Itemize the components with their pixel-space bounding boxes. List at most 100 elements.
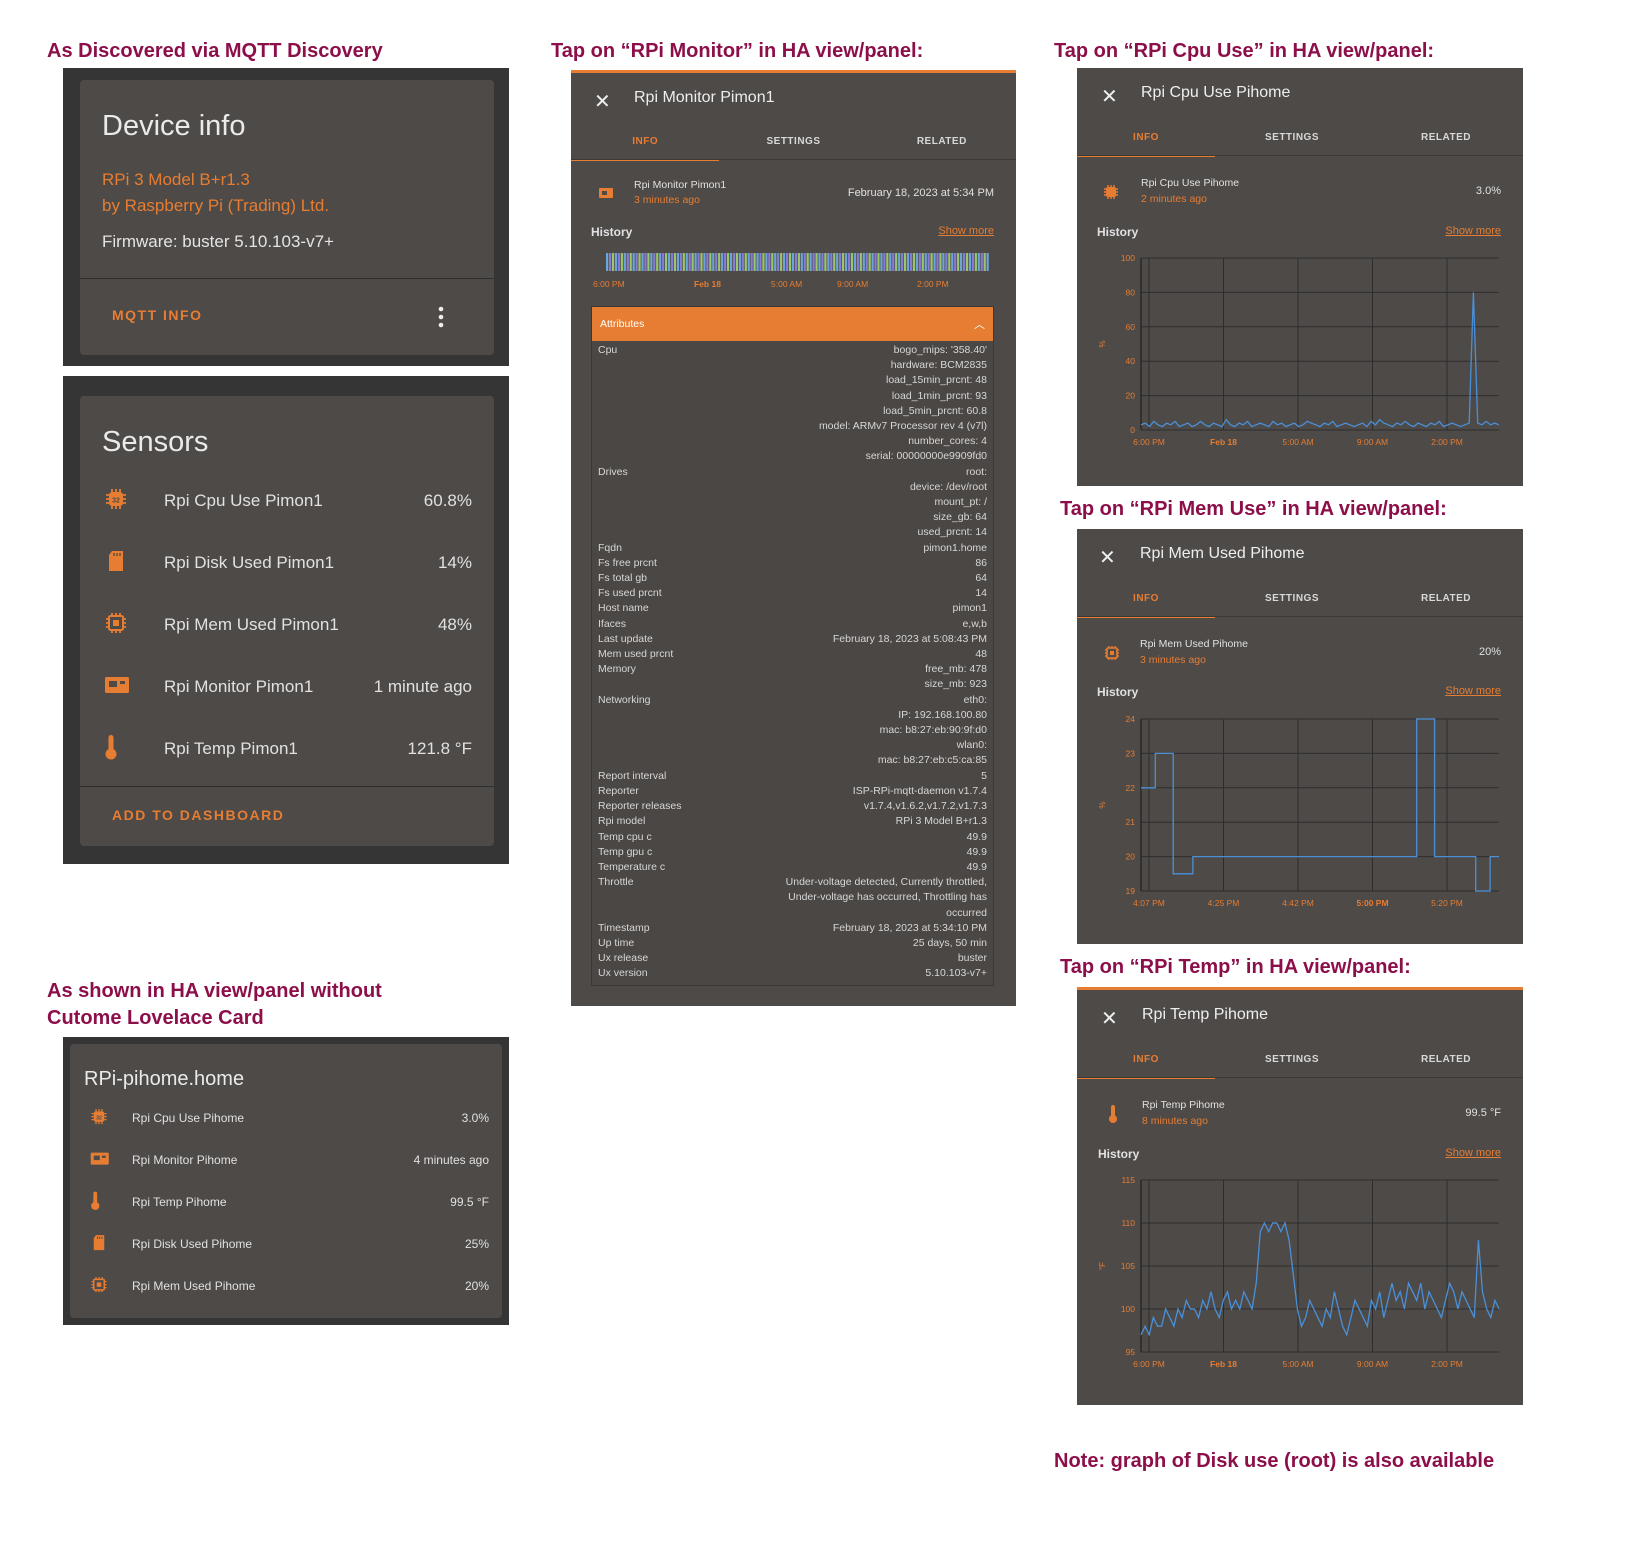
attribute-key: Ifaces xyxy=(598,617,627,630)
attribute-row: Temperature c 49.9 xyxy=(592,860,993,875)
pihome-entity-row[interactable]: Rpi Mem Used Pihome 20% xyxy=(90,1274,489,1298)
timeline-segment xyxy=(824,253,827,271)
monitor-last-changed: 3 minutes ago xyxy=(634,194,700,206)
timeline-segment xyxy=(818,253,821,271)
chevron-up-icon[interactable]: ︿ xyxy=(974,316,985,332)
mqtt-info-button[interactable]: MQTT INFO xyxy=(112,307,203,323)
attribute-row: Temp gpu c 49.9 xyxy=(592,845,993,860)
timeline-segment xyxy=(718,253,721,271)
mem-state: 20% xyxy=(1478,646,1501,658)
attribute-key: Throttle xyxy=(598,876,634,889)
timeline-segment xyxy=(886,253,889,271)
attribute-row: Up time 25 days, 50 min xyxy=(592,936,993,951)
temp-show-more-link[interactable]: Show more xyxy=(1445,1147,1501,1159)
pihome-entity-row[interactable]: Rpi Monitor Pihome 4 minutes ago xyxy=(90,1148,489,1172)
attribute-value: serial: 00000000e9909fd0 xyxy=(865,450,987,463)
attribute-row: Fs free prcnt 86 xyxy=(592,556,993,571)
timeline-segment xyxy=(667,253,671,271)
pihome-entity-row[interactable]: Rpi Temp Pihome 99.5 °F xyxy=(90,1190,489,1214)
sd-card-icon xyxy=(90,1233,107,1255)
timeline-segment xyxy=(800,253,803,271)
attribute-value: 64 xyxy=(975,572,987,585)
tab-settings[interactable]: SETTINGS xyxy=(1215,132,1369,157)
temp-last-changed: 8 minutes ago xyxy=(1142,1115,1208,1127)
attributes-label: Attributes xyxy=(600,318,645,330)
timeline-segment xyxy=(986,253,989,271)
tab-related[interactable]: RELATED xyxy=(1369,1054,1523,1079)
attribute-key: Fs used prcnt xyxy=(598,587,662,600)
pihome-entity-row[interactable]: 32 Rpi Cpu Use Pihome 3.0% xyxy=(90,1106,489,1130)
timeline-segment xyxy=(614,253,618,271)
timeline-segment xyxy=(659,253,662,271)
timeline-segment xyxy=(750,253,753,271)
attribute-value: hardware: BCM2835 xyxy=(890,359,987,372)
tab-info[interactable]: INFO xyxy=(571,136,720,161)
attribute-row: Ux version 5.10.103-v7+ xyxy=(592,966,993,981)
timeline-tick-label: 5:00 AM xyxy=(771,279,803,289)
pihome-panel: RPi-pihome.home 32 Rpi Cpu Use Pihome 3.… xyxy=(63,1037,509,1325)
sensor-name: Rpi Cpu Use Pimon1 xyxy=(164,491,323,510)
tab-info[interactable]: INFO xyxy=(1077,1054,1215,1079)
attributes-panel: Attributes ︿ Cpu bogo_mips: '358.40' hardw… xyxy=(591,306,994,986)
sensor-row[interactable]: 32 Rpi Cpu Use Pimon1 60.8% xyxy=(104,486,472,516)
caption-temp: Tap on “RPi Temp” in HA view/panel: xyxy=(1060,956,1411,978)
y-tick-label: 23 xyxy=(1126,748,1136,758)
timeline-segment xyxy=(676,253,679,271)
y-tick-label: 80 xyxy=(1126,287,1136,297)
x-tick-label: 4:42 PM xyxy=(1282,898,1314,908)
sensor-row[interactable]: Rpi Monitor Pimon1 1 minute ago xyxy=(104,672,472,702)
timeline-segment xyxy=(626,253,629,271)
device-info-title: Device info xyxy=(102,110,246,142)
attribute-key: Memory xyxy=(598,663,636,676)
tab-related[interactable]: RELATED xyxy=(1369,132,1523,157)
tab-info[interactable]: INFO xyxy=(1077,132,1215,157)
timeline-segment xyxy=(774,253,777,271)
monitor-show-more-link[interactable]: Show more xyxy=(938,225,994,237)
thermometer-icon xyxy=(90,1190,107,1213)
attribute-row: Reporter ISP-RPi-mqtt-daemon v1.7.4 xyxy=(592,784,993,799)
close-icon[interactable]: ✕ xyxy=(1101,1006,1118,1031)
monitor-entity-name: Rpi Monitor Pimon1 xyxy=(634,179,727,191)
attribute-value: mac: b8:27:eb:c5:ca:85 xyxy=(877,754,987,767)
timeline-segment xyxy=(859,253,862,271)
timeline-segment xyxy=(821,253,824,271)
close-icon[interactable]: ✕ xyxy=(1099,545,1116,570)
sensor-row[interactable]: Rpi Mem Used Pimon1 48% xyxy=(104,610,472,640)
sensor-row[interactable]: Rpi Temp Pimon1 121.8 °F xyxy=(104,734,472,764)
add-to-dashboard-button[interactable]: ADD TO DASHBOARD xyxy=(112,807,284,823)
svg-text:32: 32 xyxy=(112,497,120,504)
attribute-key: Last update xyxy=(598,632,653,645)
close-icon[interactable]: ✕ xyxy=(1101,84,1118,109)
tab-related[interactable]: RELATED xyxy=(868,136,1016,161)
more-vert-icon[interactable] xyxy=(437,306,445,328)
y-axis-label: % xyxy=(1098,801,1107,808)
y-tick-label: 95 xyxy=(1126,1347,1136,1357)
tab-settings[interactable]: SETTINGS xyxy=(1215,1054,1369,1079)
mem-tabs: INFO SETTINGS RELATED xyxy=(1077,593,1523,618)
close-icon[interactable]: ✕ xyxy=(594,89,611,114)
temp-dialog-title: Rpi Temp Pihome xyxy=(1142,1006,1268,1023)
sensor-row[interactable]: Rpi Disk Used Pimon1 14% xyxy=(104,548,472,578)
cpu-show-more-link[interactable]: Show more xyxy=(1445,225,1501,237)
tab-settings[interactable]: SETTINGS xyxy=(719,136,867,161)
timeline-segment xyxy=(815,253,818,271)
timeline-segment xyxy=(641,253,644,271)
attribute-value: pimon1.home xyxy=(923,541,987,554)
timeline-segment xyxy=(662,253,665,271)
timeline-segment xyxy=(697,253,700,271)
mem-show-more-link[interactable]: Show more xyxy=(1445,685,1501,697)
attribute-key: Temp gpu c xyxy=(598,845,653,858)
cpu-icon: 32 xyxy=(104,487,144,516)
timeline-segment xyxy=(909,253,913,271)
tab-related[interactable]: RELATED xyxy=(1369,593,1523,618)
mem-last-changed: 3 minutes ago xyxy=(1140,654,1206,666)
tab-info[interactable]: INFO xyxy=(1077,593,1215,618)
cpu-icon: 32 xyxy=(90,1107,107,1129)
attribute-key: Timestamp xyxy=(598,921,650,934)
timeline-segment xyxy=(877,253,880,271)
mem-entity-name: Rpi Mem Used Pihome xyxy=(1140,638,1248,650)
attribute-row: Host name pimon1 xyxy=(592,601,993,616)
tab-settings[interactable]: SETTINGS xyxy=(1215,593,1369,618)
attributes-header[interactable]: Attributes ︿ xyxy=(592,307,993,341)
pihome-entity-row[interactable]: Rpi Disk Used Pihome 25% xyxy=(90,1232,489,1256)
